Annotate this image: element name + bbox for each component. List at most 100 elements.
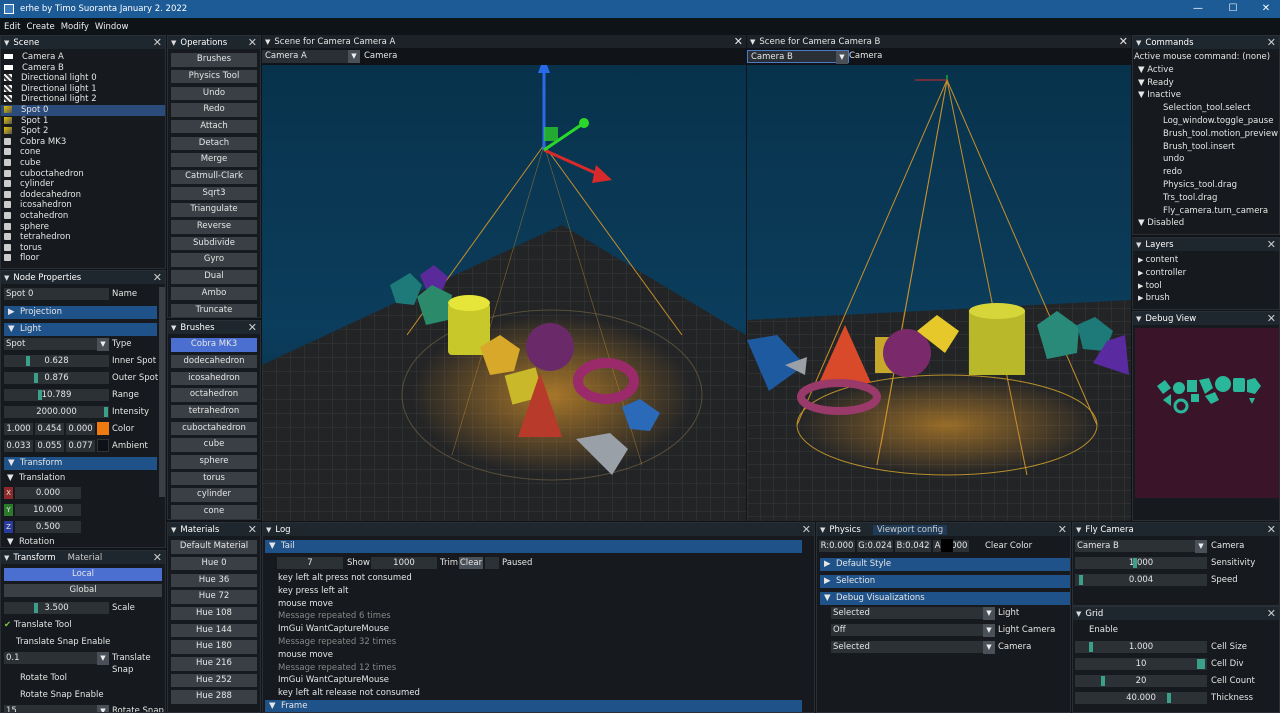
operation-button[interactable]: Dual: [171, 270, 257, 284]
command-item[interactable]: Physics_tool.drag: [1134, 179, 1279, 192]
scene-item[interactable]: cube: [1, 158, 165, 169]
scene-render-b[interactable]: [747, 35, 1131, 521]
chevron-down-icon[interactable]: ▼: [983, 624, 995, 637]
close-icon[interactable]: ✕: [1058, 523, 1067, 536]
slider-knob[interactable]: [34, 373, 38, 383]
inactive-node[interactable]: ▼ Inactive: [1134, 89, 1279, 102]
material-button[interactable]: Hue 72: [171, 590, 257, 604]
collapse-icon[interactable]: ▼: [1136, 315, 1141, 323]
chevron-down-icon[interactable]: ▼: [983, 607, 995, 620]
selection-header[interactable]: ▶ Selection: [820, 575, 1070, 588]
scene-item[interactable]: Cobra MK3: [1, 137, 165, 148]
brush-button[interactable]: cone: [171, 505, 257, 519]
scene-item[interactable]: torus: [1, 243, 165, 254]
close-icon[interactable]: ✕: [802, 523, 811, 536]
menu-edit[interactable]: Edit: [4, 22, 20, 32]
collapse-icon[interactable]: ▼: [171, 39, 176, 47]
tab-physics[interactable]: Physics: [829, 525, 860, 535]
clear-color-b[interactable]: B:0.042: [895, 540, 931, 552]
operation-button[interactable]: Detach: [171, 136, 257, 151]
close-icon[interactable]: ✕: [1267, 523, 1276, 536]
expand-icon[interactable]: ▶: [1138, 269, 1146, 277]
debug-visualizations-header[interactable]: ▼ Debug Visualizations: [820, 592, 1070, 605]
operation-button[interactable]: Truncate: [171, 303, 257, 317]
collapse-icon[interactable]: ▼: [4, 274, 9, 282]
close-icon[interactable]: ✕: [1267, 312, 1276, 325]
close-icon[interactable]: ✕: [153, 36, 162, 49]
scene-item[interactable]: Spot 2: [1, 126, 165, 137]
material-button[interactable]: Hue 180: [171, 640, 257, 654]
thickness-slider[interactable]: 40.000: [1075, 692, 1207, 704]
slider-knob[interactable]: [104, 407, 108, 417]
collapse-icon[interactable]: ▼: [820, 526, 825, 534]
brush-button[interactable]: tetrahedron: [171, 404, 257, 419]
viewport-camera-b[interactable]: ▼ Scene for Camera Camera B ✕ Camera B ▼ …: [747, 35, 1131, 521]
light-type-select[interactable]: Spot ▼: [4, 338, 109, 351]
slider-knob[interactable]: [1167, 693, 1171, 703]
chevron-down-icon[interactable]: ▼: [97, 705, 109, 712]
collapse-icon[interactable]: ▼: [1076, 610, 1081, 618]
translation-x-input[interactable]: 0.000: [15, 487, 81, 499]
close-icon[interactable]: ✕: [248, 523, 257, 536]
operation-button[interactable]: Undo: [171, 86, 257, 101]
disabled-node[interactable]: ▼ Disabled: [1134, 217, 1279, 230]
material-button[interactable]: Hue 36: [171, 573, 257, 588]
light-camera-vis-select[interactable]: Off ▼: [831, 624, 995, 637]
command-item[interactable]: undo: [1134, 153, 1279, 166]
translate-snap-checkbox[interactable]: Translate Snap Enable: [4, 636, 110, 648]
scene-item[interactable]: Directional light 0: [1, 73, 165, 84]
scene-item[interactable]: tetrahedron: [1, 232, 165, 243]
enable-checkbox[interactable]: Enable: [1075, 624, 1118, 636]
scene-item[interactable]: Directional light 2: [1, 94, 165, 105]
translate-tool-checkbox[interactable]: ✔ Translate Tool: [4, 619, 72, 631]
speed-slider[interactable]: 0.004: [1075, 574, 1207, 586]
cell-count-slider[interactable]: 20: [1075, 675, 1207, 687]
translation-header[interactable]: ▼ Translation: [7, 472, 65, 484]
collapse-icon[interactable]: ▼: [1076, 526, 1081, 534]
active-node[interactable]: ▼ Active: [1134, 64, 1279, 77]
material-button[interactable]: Hue 216: [171, 657, 257, 671]
range-slider[interactable]: 10.789: [4, 389, 109, 401]
brush-button[interactable]: Cobra MK3: [171, 338, 257, 352]
color-b-input[interactable]: 0.000: [66, 423, 95, 435]
scene-item[interactable]: cone: [1, 147, 165, 158]
light-header[interactable]: ▼ Light: [4, 323, 157, 336]
close-icon[interactable]: ✕: [1119, 35, 1128, 48]
paused-checkbox[interactable]: [485, 557, 499, 569]
close-icon[interactable]: ✕: [248, 36, 257, 49]
light-vis-select[interactable]: Selected ▼: [831, 607, 995, 620]
transform-header[interactable]: ▼ Transform: [4, 457, 157, 470]
material-button[interactable]: Hue 144: [171, 623, 257, 638]
scene-item[interactable]: icosahedron: [1, 200, 165, 211]
scene-render-a[interactable]: [262, 35, 746, 521]
material-button[interactable]: Hue 252: [171, 673, 257, 688]
collapse-icon[interactable]: ▼: [171, 324, 176, 332]
chevron-down-icon[interactable]: ▼: [97, 338, 109, 351]
scale-slider[interactable]: 3.500: [4, 602, 109, 614]
brush-button[interactable]: cube: [171, 438, 257, 452]
frame-header[interactable]: ▼ Frame: [265, 699, 802, 712]
operation-button[interactable]: Ambo: [171, 286, 257, 301]
translation-z-input[interactable]: 0.500: [15, 521, 81, 533]
close-icon[interactable]: ✕: [153, 551, 162, 564]
rotation-header[interactable]: ▼ Rotation: [7, 536, 55, 547]
command-item[interactable]: Trs_tool.drag: [1134, 192, 1279, 205]
tab-viewport-config[interactable]: Viewport config: [872, 524, 948, 535]
viewport-camera-a[interactable]: ▼ Scene for Camera Camera A ✕ Camera A ▼ …: [262, 35, 746, 521]
close-icon[interactable]: ✕: [153, 271, 162, 284]
command-item[interactable]: Brush_tool.insert: [1134, 141, 1279, 154]
operation-button[interactable]: Catmull-Clark: [171, 170, 257, 184]
rotate-tool-checkbox[interactable]: Rotate Tool: [4, 672, 67, 684]
chevron-down-icon[interactable]: ▼: [97, 652, 109, 665]
global-button[interactable]: Global: [4, 584, 162, 597]
close-icon[interactable]: ✕: [1248, 0, 1280, 18]
sensitivity-slider[interactable]: 1.000: [1075, 557, 1207, 569]
close-icon[interactable]: ✕: [1267, 238, 1276, 251]
rotate-snap-select[interactable]: 15 ▼: [4, 705, 109, 712]
command-item[interactable]: Selection_tool.select: [1134, 102, 1279, 115]
menu-window[interactable]: Window: [95, 22, 129, 32]
layer-item[interactable]: ▶ brush: [1133, 292, 1279, 305]
scene-item[interactable]: dodecahedron: [1, 190, 165, 201]
slider-knob[interactable]: [38, 390, 42, 400]
brush-button[interactable]: cuboctahedron: [171, 421, 257, 436]
